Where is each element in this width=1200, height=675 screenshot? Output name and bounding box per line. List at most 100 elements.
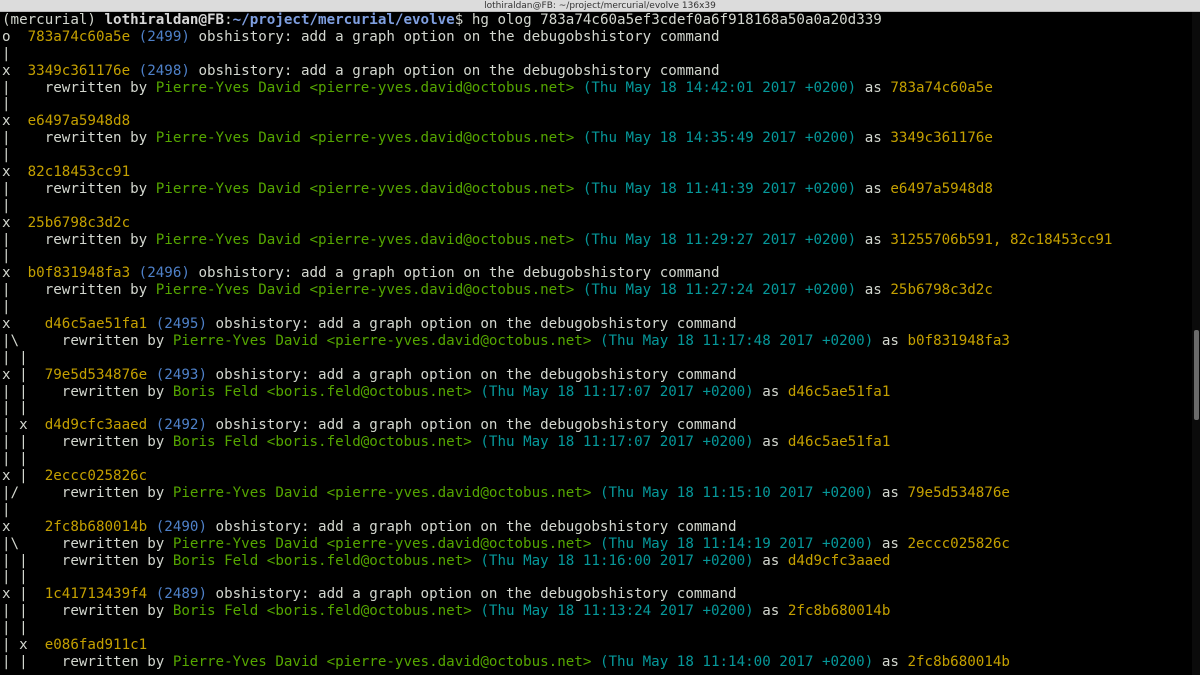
user-segment: Pierre-Yves David <pierre-yves.david@oct… xyxy=(155,282,575,299)
text-segment: | | rewritten by xyxy=(2,434,173,451)
user-segment: Boris Feld <boris.feld@octobus.net> xyxy=(172,552,472,569)
text-segment: | xyxy=(2,147,11,164)
text-segment: x xyxy=(2,316,45,333)
text-segment: as xyxy=(856,130,891,147)
text-segment: |\ rewritten by xyxy=(2,332,173,349)
user-segment: Pierre-Yves David <pierre-yves.david@oct… xyxy=(155,180,575,197)
text-segment: | xyxy=(2,299,11,316)
text-segment: obshistory: add a graph option on the de… xyxy=(189,62,720,79)
output-line: | rewritten by Pierre-Yves David <pierre… xyxy=(2,282,1112,299)
terminal-output[interactable]: (mercurial) lothiraldan@FB:~/project/mer… xyxy=(0,12,1192,675)
output-line: | | xyxy=(2,400,1112,417)
text-segment: obshistory: add a graph option on the de… xyxy=(207,417,737,434)
text-segment: x | xyxy=(2,366,45,383)
user-segment: Boris Feld <boris.feld@octobus.net> xyxy=(172,603,472,620)
hash-segment: 79e5d534876e xyxy=(44,366,148,383)
text-segment: | xyxy=(2,248,11,265)
scrollbar-thumb[interactable] xyxy=(1194,330,1199,420)
hash-segment: 783a74c60a5e xyxy=(27,28,131,45)
text-segment: | | rewritten by xyxy=(2,383,173,400)
output-line: x 2fc8b680014b (2490) obshistory: add a … xyxy=(2,519,1112,536)
output-line: | xyxy=(2,46,1112,63)
output-line: | rewritten by Pierre-Yves David <pierre… xyxy=(2,181,1112,198)
output-line: x b0f831948fa3 (2496) obshistory: add a … xyxy=(2,265,1112,282)
output-line: | rewritten by Pierre-Yves David <pierre… xyxy=(2,130,1112,147)
text-segment: as xyxy=(753,603,788,620)
output-line: | | rewritten by Boris Feld <boris.feld@… xyxy=(2,553,1112,570)
text-segment: | | rewritten by xyxy=(2,552,173,569)
hash-segment: 2fc8b680014b xyxy=(787,603,891,620)
terminal-scrollbar[interactable] xyxy=(1192,12,1200,675)
output-line: x e6497a5948d8 xyxy=(2,113,1112,130)
output-line: | xyxy=(2,502,1112,519)
text-segment: | x xyxy=(2,417,45,434)
terminal-lines: (mercurial) lothiraldan@FB:~/project/mer… xyxy=(2,12,1112,671)
text-segment xyxy=(591,654,600,670)
date-segment: (Thu May 18 11:17:07 2017 +0200) xyxy=(480,434,754,451)
prompt-user-segment: lothiraldan@FB xyxy=(104,12,225,28)
output-line: x 3349c361176e (2498) obshistory: add a … xyxy=(2,63,1112,80)
output-line: |\ rewritten by Pierre-Yves David <pierr… xyxy=(2,333,1112,350)
text-segment: as xyxy=(856,180,891,197)
hash-segment: d46c5ae51fa1 xyxy=(787,383,891,400)
text-segment xyxy=(591,536,600,552)
text-segment: | | xyxy=(2,620,28,637)
output-line: | | rewritten by Boris Feld <boris.feld@… xyxy=(2,603,1112,620)
rev-segment: (2495) xyxy=(155,316,208,333)
text-segment: | xyxy=(2,197,11,214)
user-segment: Pierre-Yves David <pierre-yves.david@oct… xyxy=(155,79,575,96)
output-line: x d46c5ae51fa1 (2495) obshistory: add a … xyxy=(2,316,1112,333)
output-line: o 783a74c60a5e (2499) obshistory: add a … xyxy=(2,29,1112,46)
text-segment: x xyxy=(2,113,28,130)
hash-segment: b0f831948fa3 xyxy=(27,265,131,282)
text-segment: x xyxy=(2,62,28,79)
text-segment: as xyxy=(753,434,788,451)
text-segment: | | rewritten by xyxy=(2,603,173,620)
output-line: | xyxy=(2,96,1112,113)
rev-segment: (2498) xyxy=(138,62,190,79)
date-segment: (Thu May 18 14:42:01 2017 +0200) xyxy=(582,79,857,96)
text-segment: x | xyxy=(2,586,45,603)
text-segment: | rewritten by xyxy=(2,231,156,248)
text-segment: x | xyxy=(2,468,45,485)
window-title: lothiraldan@FB: ~/project/mercurial/evol… xyxy=(0,0,1200,12)
rev-segment: (2499) xyxy=(138,28,190,45)
text-segment xyxy=(574,80,583,96)
date-segment: (Thu May 18 11:27:24 2017 +0200) xyxy=(582,282,857,299)
text-segment: x xyxy=(2,518,45,535)
date-segment: (Thu May 18 11:13:24 2017 +0200) xyxy=(480,603,754,620)
hash-segment: 2fc8b680014b xyxy=(907,653,1010,670)
user-segment: Pierre-Yves David <pierre-yves.david@oct… xyxy=(172,535,592,552)
hash-segment: 25b6798c3d2c xyxy=(27,214,131,231)
text-segment: obshistory: add a graph option on the de… xyxy=(207,366,737,383)
date-segment: (Thu May 18 11:17:48 2017 +0200) xyxy=(599,332,874,349)
text-segment xyxy=(574,282,583,298)
text-segment xyxy=(574,181,583,197)
text-segment: | | xyxy=(2,569,28,586)
output-line: | | xyxy=(2,620,1112,637)
user-segment: Pierre-Yves David <pierre-yves.david@oct… xyxy=(172,484,592,501)
user-segment: Pierre-Yves David <pierre-yves.david@oct… xyxy=(155,231,575,248)
text-segment: |/ rewritten by xyxy=(2,484,173,501)
text-segment: | | xyxy=(2,400,28,417)
user-segment: Pierre-Yves David <pierre-yves.david@oct… xyxy=(172,332,592,349)
hash-segment: d46c5ae51fa1 xyxy=(787,434,891,451)
text-segment: o xyxy=(2,28,28,45)
text-segment: as xyxy=(856,231,891,248)
user-segment: Boris Feld <boris.feld@octobus.net> xyxy=(172,434,472,451)
hash-segment: d4d9cfc3aaed xyxy=(787,552,891,569)
text-segment: | | xyxy=(2,349,28,366)
text-segment: | rewritten by xyxy=(2,180,156,197)
date-segment: (Thu May 18 11:14:19 2017 +0200) xyxy=(599,535,874,552)
text-segment xyxy=(130,63,139,79)
text-segment xyxy=(147,417,156,433)
text-segment: |\ rewritten by xyxy=(2,535,173,552)
text-segment: | xyxy=(2,501,11,518)
output-line: x 82c18453cc91 xyxy=(2,164,1112,181)
hash-segment: 79e5d534876e xyxy=(907,484,1010,501)
hash-segment: 1c41713439f4 xyxy=(44,586,148,603)
text-segment: obshistory: add a graph option on the de… xyxy=(207,518,737,535)
output-line: x | 79e5d534876e (2493) obshistory: add … xyxy=(2,367,1112,384)
output-line: x | 1c41713439f4 (2489) obshistory: add … xyxy=(2,586,1112,603)
text-segment: as xyxy=(856,79,891,96)
